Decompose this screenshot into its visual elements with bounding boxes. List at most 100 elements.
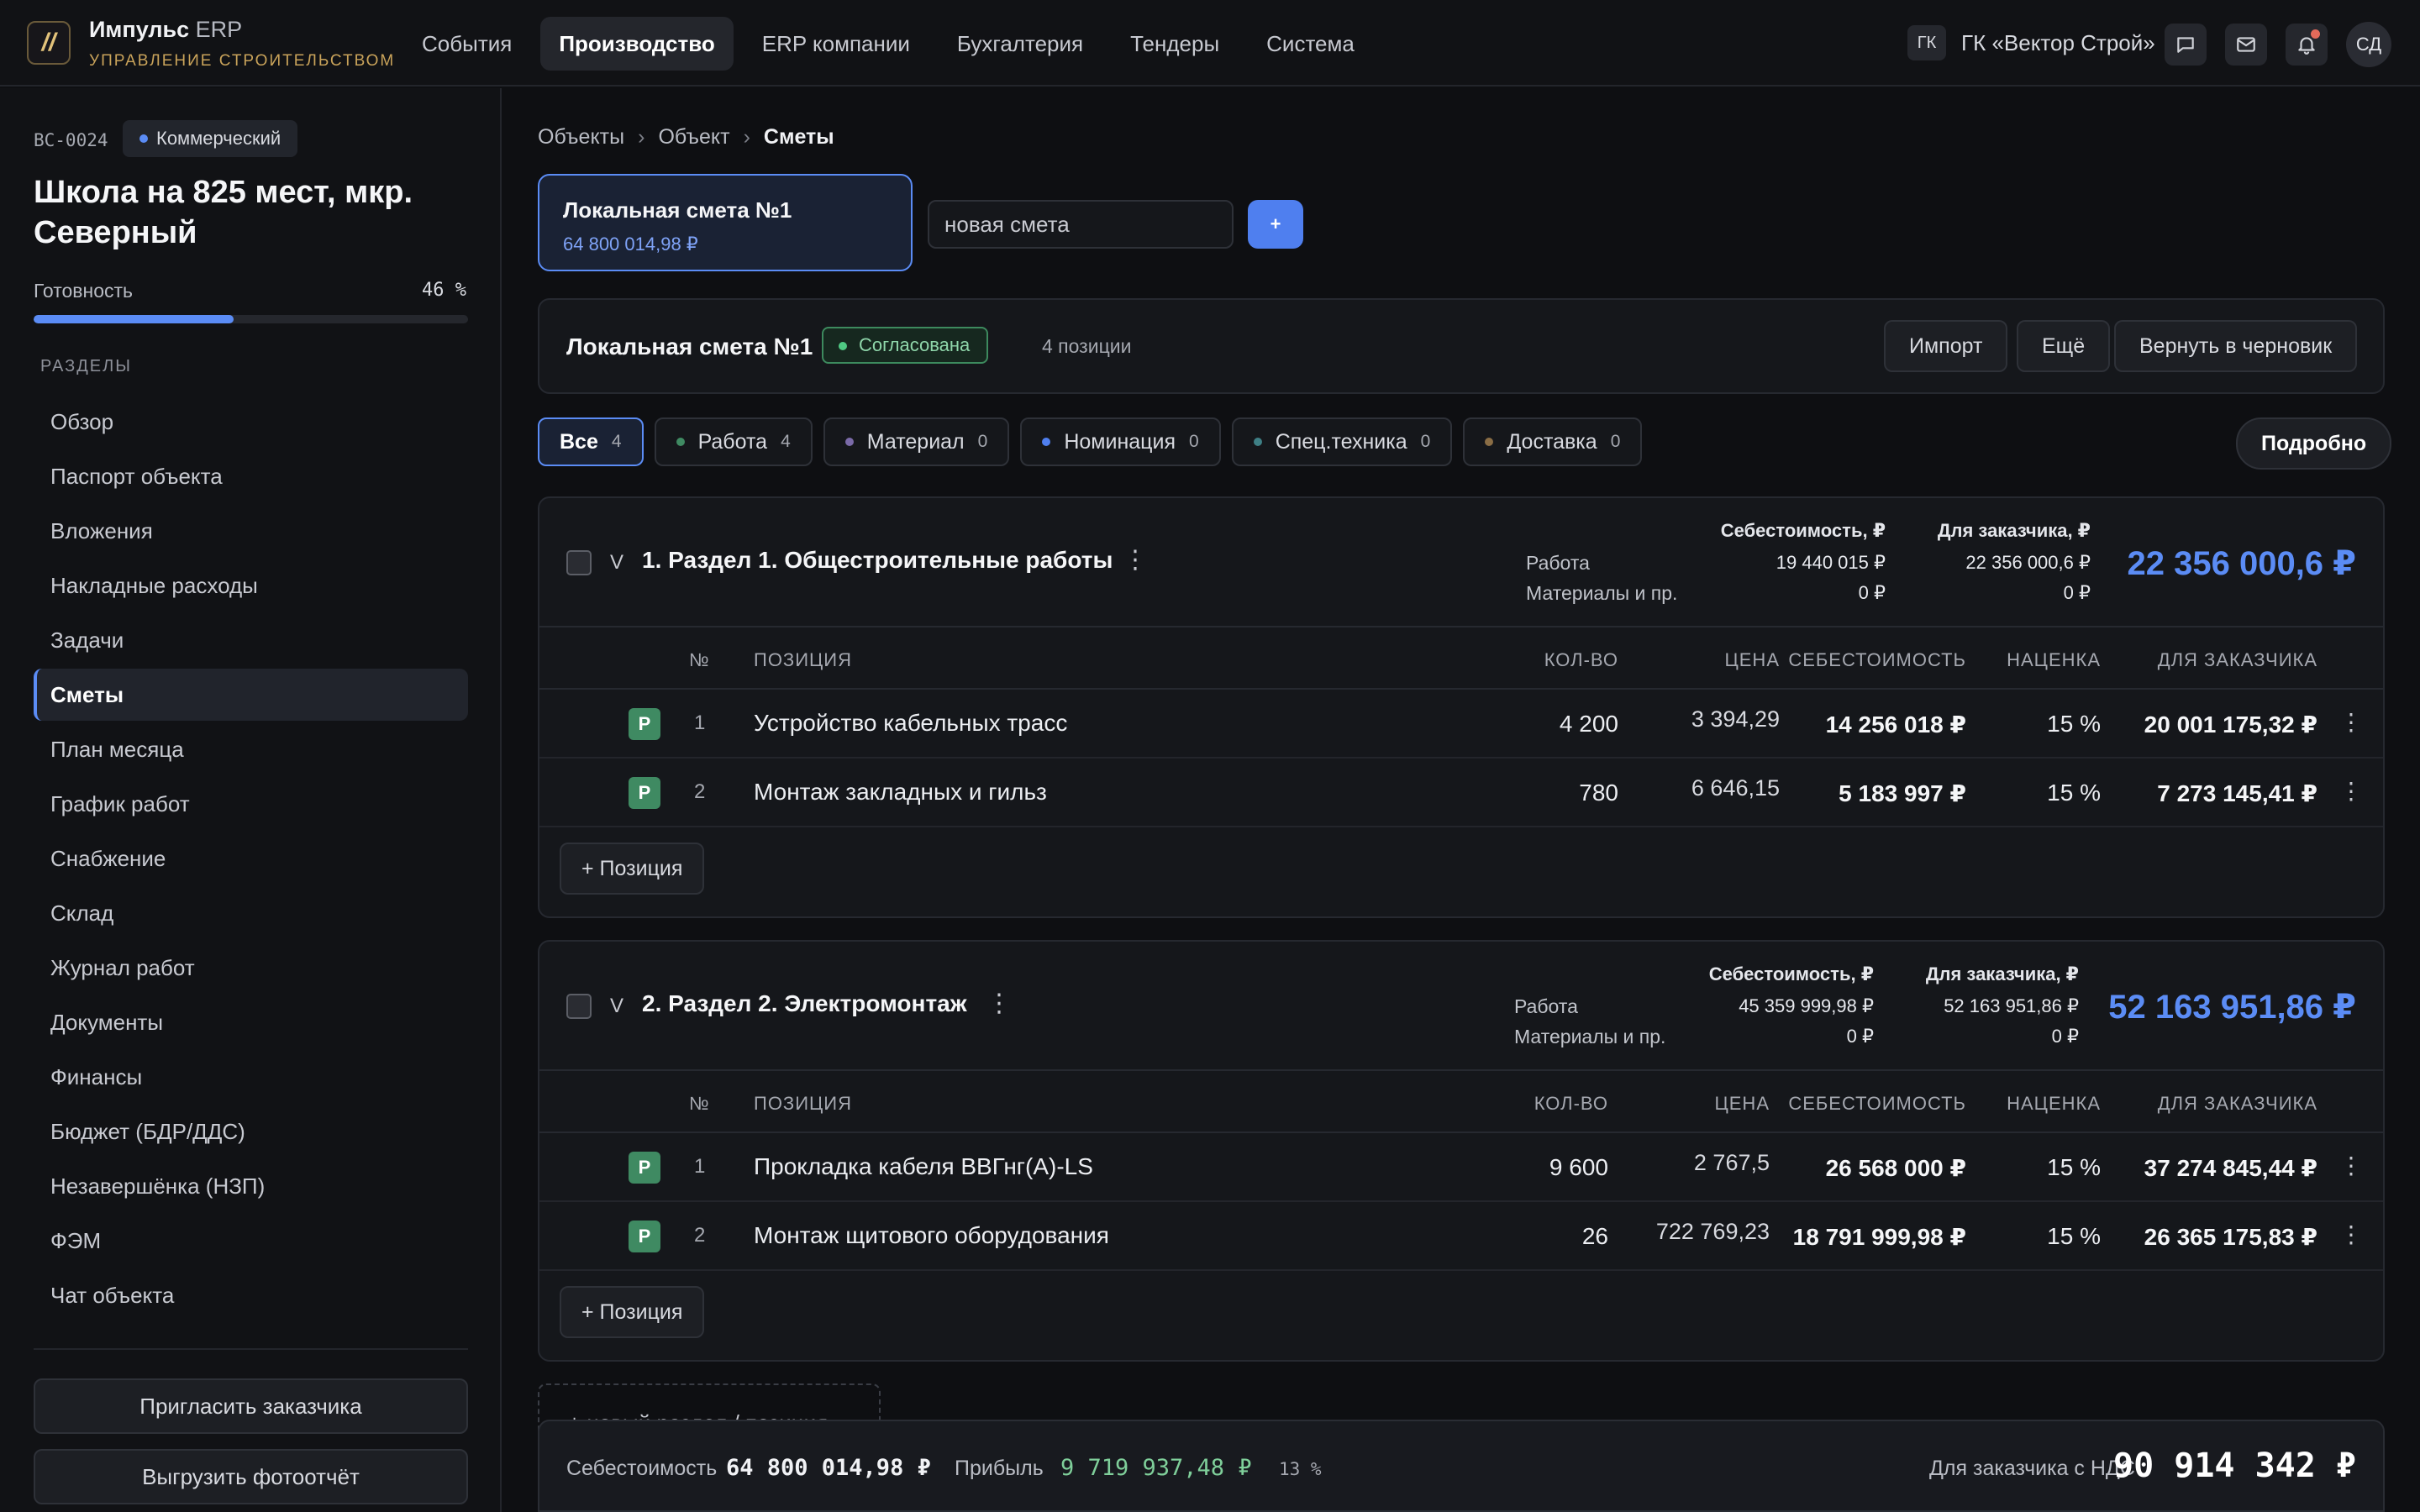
chevron-down-icon[interactable]: V — [610, 995, 623, 1018]
add-position-button[interactable]: + Позиция — [560, 843, 705, 895]
sidebar-item-budget[interactable]: Бюджет (БДР/ДДС) — [34, 1105, 468, 1158]
col-cost: СЕБЕСТОИМОСТЬ — [1788, 649, 1966, 670]
sidebar-item-schedule[interactable]: График работ — [34, 778, 468, 830]
table-row[interactable]: Р 2 Монтаж закладных и гильз 780 6 646,1… — [539, 759, 2383, 827]
row-menu-icon[interactable]: ⋮ — [2339, 708, 2363, 736]
readiness-value: 46 % — [422, 280, 466, 301]
sidebar-item-warehouse[interactable]: Склад — [34, 887, 468, 939]
estimate-tab[interactable]: Локальная смета №1 64 800 014,98 ₽ — [538, 174, 913, 271]
row-qty[interactable]: 26 — [1582, 1223, 1608, 1250]
section-checkbox[interactable] — [566, 994, 592, 1019]
breadcrumb-objects[interactable]: Объекты — [538, 125, 624, 150]
row-price[interactable]: 722 769,23 — [1656, 1219, 1770, 1245]
mail-icon[interactable] — [2225, 24, 2267, 66]
nav-item-accounting[interactable]: Бухгалтерия — [939, 17, 1102, 71]
nav-item-system[interactable]: Система — [1248, 17, 1373, 71]
nav-item-tenders[interactable]: Тендеры — [1112, 17, 1238, 71]
sidebar-item-estimates[interactable]: Сметы — [34, 669, 468, 721]
object-code: ВС-0024 — [34, 130, 108, 150]
breadcrumb-separator: › — [638, 125, 645, 149]
add-position-button[interactable]: + Позиция — [560, 1286, 705, 1338]
bell-icon[interactable] — [2286, 24, 2328, 66]
col-num: № — [689, 1093, 710, 1114]
revert-to-draft-button[interactable]: Вернуть в черновик — [2114, 320, 2358, 372]
row-price[interactable]: 2 767,5 — [1694, 1150, 1770, 1176]
app-logo[interactable]: // — [27, 21, 71, 65]
sidebar-item-overview[interactable]: Обзор — [34, 396, 468, 448]
col-price: ЦЕНА — [1724, 649, 1780, 670]
materials-cost-value: 0 ₽ — [1846, 1026, 1874, 1047]
row-customer-total: 20 001 175,32 ₽ — [2144, 711, 2317, 738]
sidebar-item-passport[interactable]: Паспорт объекта — [34, 450, 468, 502]
more-button[interactable]: Ещё — [2017, 320, 2111, 372]
details-button[interactable]: Подробно — [2236, 417, 2392, 470]
row-menu-icon[interactable]: ⋮ — [2339, 777, 2363, 805]
sidebar-divider — [34, 1348, 468, 1350]
filter-chip-nomination[interactable]: Номинация 0 — [1020, 417, 1221, 466]
sidebar-item-month-plan[interactable]: План месяца — [34, 723, 468, 775]
export-photo-report-button[interactable]: Выгрузить фотоотчёт — [34, 1449, 468, 1504]
new-estimate-input[interactable] — [928, 200, 1234, 249]
totals-footer: Себестоимость 64 800 014,98 ₽ Прибыль 9 … — [538, 1420, 2385, 1512]
material-dot-icon — [844, 438, 854, 446]
sidebar-item-supply[interactable]: Снабжение — [34, 832, 468, 885]
sidebar-item-attachments[interactable]: Вложения — [34, 505, 468, 557]
nav-item-events[interactable]: События — [403, 17, 530, 71]
row-qty[interactable]: 780 — [1579, 780, 1618, 806]
row-price[interactable]: 3 394,29 — [1691, 706, 1780, 732]
filter-chip-delivery[interactable]: Доставка 0 — [1463, 417, 1643, 466]
app-subtitle: УПРАВЛЕНИЕ СТРОИТЕЛЬСТВОМ — [89, 52, 396, 70]
nav-item-production[interactable]: Производство — [540, 17, 734, 71]
filter-chip-material[interactable]: Материал 0 — [823, 417, 1010, 466]
row-number: 2 — [694, 1224, 706, 1247]
row-name: Монтаж закладных и гильз — [754, 779, 1047, 805]
filter-chip-equipment[interactable]: Спец.техника 0 — [1231, 417, 1453, 466]
section-cost-header: Себестоимость, ₽ — [1708, 963, 1874, 984]
footer-customer-vat-label: Для заказчика с НДС — [1929, 1457, 2135, 1480]
work-cost-value: 45 359 999,98 ₽ — [1739, 995, 1874, 1016]
breadcrumb-object[interactable]: Объект — [658, 125, 729, 150]
sidebar-item-finance[interactable]: Финансы — [34, 1051, 468, 1103]
materials-label: Материалы и пр. — [1526, 582, 1678, 604]
table-row[interactable]: Р 1 Устройство кабельных трасс 4 200 3 3… — [539, 690, 2383, 759]
row-qty[interactable]: 4 200 — [1560, 711, 1618, 738]
import-button[interactable]: Импорт — [1884, 320, 2008, 372]
sidebar-item-object-chat[interactable]: Чат объекта — [34, 1269, 468, 1321]
kebab-menu-icon[interactable]: ⋮ — [986, 989, 1012, 1018]
row-menu-icon[interactable]: ⋮ — [2339, 1152, 2363, 1179]
user-avatar[interactable]: СД — [2346, 22, 2391, 67]
col-price: ЦЕНА — [1714, 1093, 1770, 1114]
company-badge[interactable]: ГК — [1907, 25, 1946, 60]
row-markup[interactable]: 15 % — [2047, 1223, 2101, 1250]
row-menu-icon[interactable]: ⋮ — [2339, 1221, 2363, 1248]
sidebar-item-wip[interactable]: Незавершёнка (НЗП) — [34, 1160, 468, 1212]
row-markup[interactable]: 15 % — [2047, 780, 2101, 806]
filter-chip-all[interactable]: Все 4 — [538, 417, 644, 466]
add-estimate-button[interactable]: + — [1248, 200, 1303, 249]
row-qty[interactable]: 9 600 — [1549, 1154, 1608, 1181]
sidebar-item-overhead[interactable]: Накладные расходы — [34, 559, 468, 612]
sidebar-item-documents[interactable]: Документы — [34, 996, 468, 1048]
sidebar-item-tasks[interactable]: Задачи — [34, 614, 468, 666]
chat-icon[interactable] — [2165, 24, 2207, 66]
row-price[interactable]: 6 646,15 — [1691, 775, 1780, 801]
table-header: № ПОЗИЦИЯ КОЛ-ВО ЦЕНА СЕБЕСТОИМОСТЬ НАЦЕ… — [539, 1071, 2383, 1133]
breadcrumb: Объекты › Объект › Сметы — [538, 125, 834, 150]
work-tag-icon: Р — [629, 777, 660, 809]
section-title: 2. Раздел 2. Электромонтаж — [642, 990, 967, 1016]
invite-customer-button[interactable]: Пригласить заказчика — [34, 1378, 468, 1434]
kebab-menu-icon[interactable]: ⋮ — [1123, 545, 1148, 575]
sidebar-item-work-log[interactable]: Журнал работ — [34, 942, 468, 994]
filter-chip-work[interactable]: Работа 4 — [654, 417, 813, 466]
col-markup: НАЦЕНКА — [2007, 1093, 2101, 1114]
table-row[interactable]: Р 2 Монтаж щитового оборудования 26 722 … — [539, 1202, 2383, 1271]
company-switcher[interactable]: ГК «Вектор Строй» — [1961, 30, 2155, 56]
section-checkbox[interactable] — [566, 550, 592, 575]
work-customer-value: 52 163 951,86 ₽ — [1944, 995, 2079, 1016]
row-markup[interactable]: 15 % — [2047, 1154, 2101, 1181]
table-row[interactable]: Р 1 Прокладка кабеля ВВГнг(А)-LS 9 600 2… — [539, 1133, 2383, 1202]
sidebar-item-fem[interactable]: ФЭМ — [34, 1215, 468, 1267]
row-markup[interactable]: 15 % — [2047, 711, 2101, 738]
nav-item-erp-company[interactable]: ERP компании — [744, 17, 929, 71]
chevron-down-icon[interactable]: V — [610, 551, 623, 575]
